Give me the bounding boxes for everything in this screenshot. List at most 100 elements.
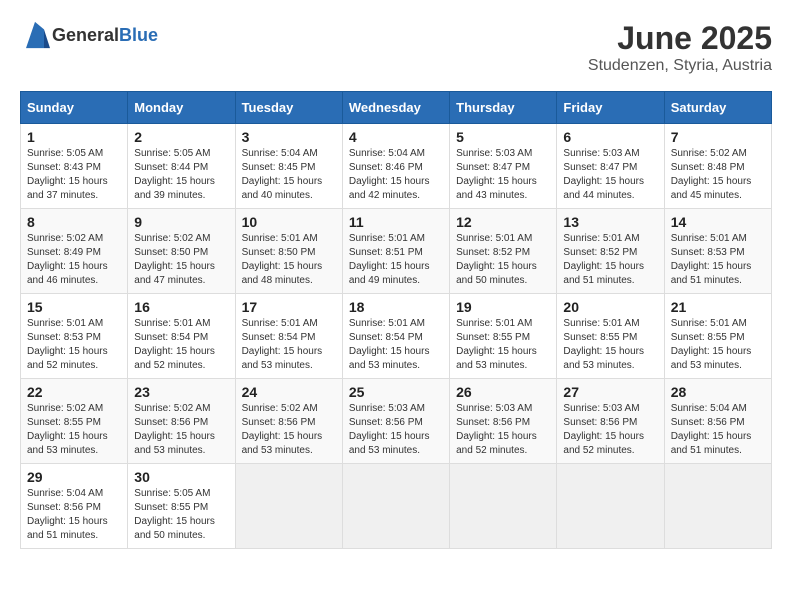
- calendar-cell: [450, 464, 557, 549]
- day-info: Sunrise: 5:05 AMSunset: 8:44 PMDaylight:…: [134, 147, 228, 203]
- day-number: 25: [349, 384, 443, 400]
- day-number: 11: [349, 214, 443, 230]
- calendar-cell: 4 Sunrise: 5:04 AMSunset: 8:46 PMDayligh…: [342, 124, 449, 209]
- month-title: June 2025: [588, 20, 772, 57]
- calendar-cell: 17 Sunrise: 5:01 AMSunset: 8:54 PMDaylig…: [235, 294, 342, 379]
- calendar-cell: 1 Sunrise: 5:05 AMSunset: 8:43 PMDayligh…: [21, 124, 128, 209]
- day-number: 6: [563, 129, 657, 145]
- week-row-1: 1 Sunrise: 5:05 AMSunset: 8:43 PMDayligh…: [21, 124, 772, 209]
- day-info: Sunrise: 5:01 AMSunset: 8:52 PMDaylight:…: [456, 232, 550, 288]
- day-number: 28: [671, 384, 765, 400]
- day-info: Sunrise: 5:05 AMSunset: 8:43 PMDaylight:…: [27, 147, 121, 203]
- calendar-cell: 20 Sunrise: 5:01 AMSunset: 8:55 PMDaylig…: [557, 294, 664, 379]
- calendar-cell: 3 Sunrise: 5:04 AMSunset: 8:45 PMDayligh…: [235, 124, 342, 209]
- day-number: 12: [456, 214, 550, 230]
- day-info: Sunrise: 5:01 AMSunset: 8:53 PMDaylight:…: [27, 317, 121, 373]
- calendar-cell: 23 Sunrise: 5:02 AMSunset: 8:56 PMDaylig…: [128, 379, 235, 464]
- day-info: Sunrise: 5:03 AMSunset: 8:47 PMDaylight:…: [563, 147, 657, 203]
- calendar-cell: 12 Sunrise: 5:01 AMSunset: 8:52 PMDaylig…: [450, 209, 557, 294]
- day-info: Sunrise: 5:04 AMSunset: 8:56 PMDaylight:…: [671, 402, 765, 458]
- day-number: 27: [563, 384, 657, 400]
- day-number: 23: [134, 384, 228, 400]
- day-number: 20: [563, 299, 657, 315]
- weekday-header-row: SundayMondayTuesdayWednesdayThursdayFrid…: [21, 92, 772, 124]
- day-info: Sunrise: 5:02 AMSunset: 8:56 PMDaylight:…: [134, 402, 228, 458]
- day-info: Sunrise: 5:04 AMSunset: 8:56 PMDaylight:…: [27, 487, 121, 543]
- day-number: 13: [563, 214, 657, 230]
- calendar-cell: 28 Sunrise: 5:04 AMSunset: 8:56 PMDaylig…: [664, 379, 771, 464]
- calendar-cell: 10 Sunrise: 5:01 AMSunset: 8:50 PMDaylig…: [235, 209, 342, 294]
- day-number: 4: [349, 129, 443, 145]
- calendar-cell: [342, 464, 449, 549]
- calendar-cell: 14 Sunrise: 5:01 AMSunset: 8:53 PMDaylig…: [664, 209, 771, 294]
- calendar-cell: 5 Sunrise: 5:03 AMSunset: 8:47 PMDayligh…: [450, 124, 557, 209]
- calendar-cell: [235, 464, 342, 549]
- calendar-cell: 9 Sunrise: 5:02 AMSunset: 8:50 PMDayligh…: [128, 209, 235, 294]
- day-number: 7: [671, 129, 765, 145]
- header: GeneralBlue June 2025 Studenzen, Styria,…: [20, 20, 772, 75]
- day-number: 8: [27, 214, 121, 230]
- day-number: 21: [671, 299, 765, 315]
- calendar-cell: 6 Sunrise: 5:03 AMSunset: 8:47 PMDayligh…: [557, 124, 664, 209]
- day-info: Sunrise: 5:01 AMSunset: 8:50 PMDaylight:…: [242, 232, 336, 288]
- day-info: Sunrise: 5:02 AMSunset: 8:56 PMDaylight:…: [242, 402, 336, 458]
- day-number: 1: [27, 129, 121, 145]
- weekday-header-saturday: Saturday: [664, 92, 771, 124]
- day-info: Sunrise: 5:03 AMSunset: 8:47 PMDaylight:…: [456, 147, 550, 203]
- calendar-cell: 7 Sunrise: 5:02 AMSunset: 8:48 PMDayligh…: [664, 124, 771, 209]
- day-info: Sunrise: 5:02 AMSunset: 8:50 PMDaylight:…: [134, 232, 228, 288]
- day-info: Sunrise: 5:03 AMSunset: 8:56 PMDaylight:…: [456, 402, 550, 458]
- day-number: 24: [242, 384, 336, 400]
- day-number: 2: [134, 129, 228, 145]
- day-info: Sunrise: 5:04 AMSunset: 8:46 PMDaylight:…: [349, 147, 443, 203]
- weekday-header-monday: Monday: [128, 92, 235, 124]
- day-number: 14: [671, 214, 765, 230]
- calendar-cell: 8 Sunrise: 5:02 AMSunset: 8:49 PMDayligh…: [21, 209, 128, 294]
- day-number: 3: [242, 129, 336, 145]
- day-info: Sunrise: 5:01 AMSunset: 8:53 PMDaylight:…: [671, 232, 765, 288]
- day-info: Sunrise: 5:01 AMSunset: 8:54 PMDaylight:…: [134, 317, 228, 373]
- location-title: Studenzen, Styria, Austria: [588, 57, 772, 75]
- day-info: Sunrise: 5:02 AMSunset: 8:55 PMDaylight:…: [27, 402, 121, 458]
- logo-general-text: General: [52, 25, 119, 46]
- day-info: Sunrise: 5:03 AMSunset: 8:56 PMDaylight:…: [563, 402, 657, 458]
- day-number: 19: [456, 299, 550, 315]
- day-number: 15: [27, 299, 121, 315]
- calendar-cell: 18 Sunrise: 5:01 AMSunset: 8:54 PMDaylig…: [342, 294, 449, 379]
- calendar-cell: 16 Sunrise: 5:01 AMSunset: 8:54 PMDaylig…: [128, 294, 235, 379]
- calendar-cell: 11 Sunrise: 5:01 AMSunset: 8:51 PMDaylig…: [342, 209, 449, 294]
- day-info: Sunrise: 5:01 AMSunset: 8:52 PMDaylight:…: [563, 232, 657, 288]
- calendar-cell: 15 Sunrise: 5:01 AMSunset: 8:53 PMDaylig…: [21, 294, 128, 379]
- day-info: Sunrise: 5:01 AMSunset: 8:51 PMDaylight:…: [349, 232, 443, 288]
- day-info: Sunrise: 5:02 AMSunset: 8:49 PMDaylight:…: [27, 232, 121, 288]
- day-number: 22: [27, 384, 121, 400]
- weekday-header-thursday: Thursday: [450, 92, 557, 124]
- day-info: Sunrise: 5:05 AMSunset: 8:55 PMDaylight:…: [134, 487, 228, 543]
- calendar-cell: 30 Sunrise: 5:05 AMSunset: 8:55 PMDaylig…: [128, 464, 235, 549]
- calendar-cell: 25 Sunrise: 5:03 AMSunset: 8:56 PMDaylig…: [342, 379, 449, 464]
- logo-blue-text: Blue: [119, 25, 158, 46]
- calendar-cell: 26 Sunrise: 5:03 AMSunset: 8:56 PMDaylig…: [450, 379, 557, 464]
- day-number: 18: [349, 299, 443, 315]
- calendar-cell: [664, 464, 771, 549]
- title-area: June 2025 Studenzen, Styria, Austria: [588, 20, 772, 75]
- calendar-cell: 24 Sunrise: 5:02 AMSunset: 8:56 PMDaylig…: [235, 379, 342, 464]
- day-info: Sunrise: 5:01 AMSunset: 8:55 PMDaylight:…: [456, 317, 550, 373]
- logo: GeneralBlue: [20, 20, 158, 50]
- calendar-cell: 29 Sunrise: 5:04 AMSunset: 8:56 PMDaylig…: [21, 464, 128, 549]
- day-info: Sunrise: 5:02 AMSunset: 8:48 PMDaylight:…: [671, 147, 765, 203]
- weekday-header-sunday: Sunday: [21, 92, 128, 124]
- day-number: 30: [134, 469, 228, 485]
- day-number: 5: [456, 129, 550, 145]
- day-number: 9: [134, 214, 228, 230]
- day-info: Sunrise: 5:01 AMSunset: 8:54 PMDaylight:…: [242, 317, 336, 373]
- day-number: 29: [27, 469, 121, 485]
- day-number: 17: [242, 299, 336, 315]
- weekday-header-friday: Friday: [557, 92, 664, 124]
- calendar-cell: 21 Sunrise: 5:01 AMSunset: 8:55 PMDaylig…: [664, 294, 771, 379]
- weekday-header-wednesday: Wednesday: [342, 92, 449, 124]
- week-row-4: 22 Sunrise: 5:02 AMSunset: 8:55 PMDaylig…: [21, 379, 772, 464]
- week-row-2: 8 Sunrise: 5:02 AMSunset: 8:49 PMDayligh…: [21, 209, 772, 294]
- day-number: 16: [134, 299, 228, 315]
- day-info: Sunrise: 5:01 AMSunset: 8:55 PMDaylight:…: [563, 317, 657, 373]
